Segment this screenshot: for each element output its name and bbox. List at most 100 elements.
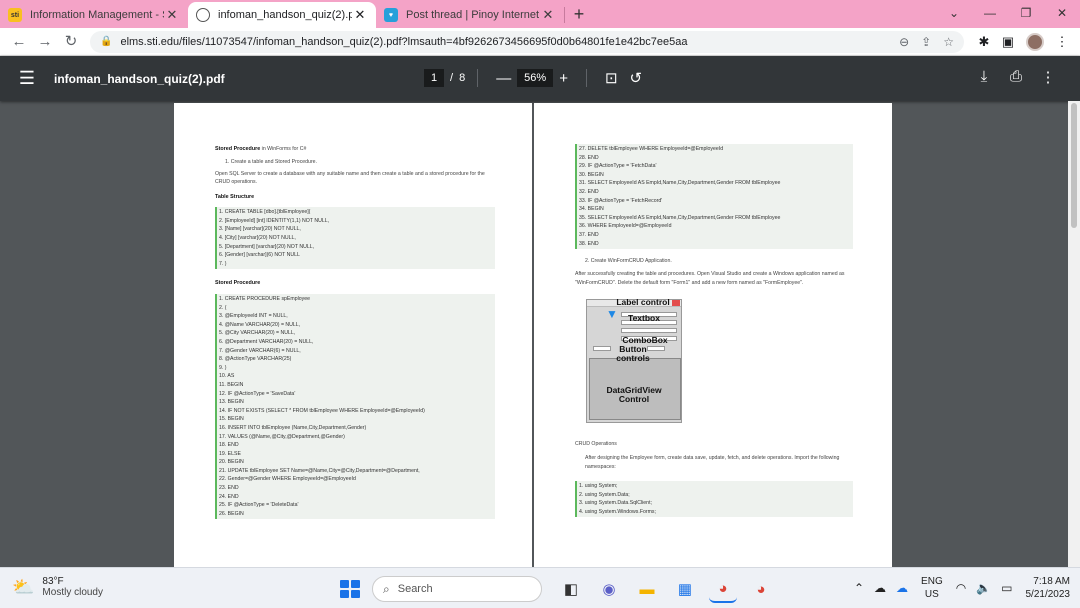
rotate-icon[interactable]: ↺	[624, 69, 649, 87]
pdf-viewer[interactable]: Stored Procedure in WinForms for C# 1. C…	[0, 101, 1068, 567]
code-line: 15. BEGIN	[219, 416, 244, 423]
lock-icon[interactable]: 🔒	[100, 36, 112, 47]
page-number-input[interactable]: 1	[424, 69, 444, 87]
code-line: 1. using System;	[579, 482, 618, 489]
battery-icon[interactable]: ▭	[1001, 581, 1012, 595]
total-pages: 8	[459, 72, 466, 84]
code-line: 30. BEGIN	[579, 171, 604, 178]
windows-start-icon[interactable]	[336, 576, 362, 602]
code-line: 6. [Gender] [varchar](6) NOT NULL	[219, 252, 300, 259]
new-tab-button[interactable]: +	[565, 2, 593, 28]
crud-paragraph: After designing the Employee form, creat…	[585, 455, 840, 470]
code-line: 11. BEGIN	[219, 381, 244, 388]
code-line: 4. [City] [varchar](20) NOT NULL,	[219, 235, 296, 241]
zoom-out-icon[interactable]: —	[490, 70, 517, 87]
side-panel-icon[interactable]: ▣	[996, 30, 1020, 54]
store-icon[interactable]: ▦	[671, 575, 699, 603]
code-line: 33. IF @ActionType = 'FetchRecord'	[579, 197, 663, 204]
file-explorer-icon[interactable]: ▬	[633, 575, 661, 603]
label-control-annotation: Label control	[616, 297, 670, 307]
task-view-icon[interactable]: ◧	[557, 575, 585, 603]
code-line: 19. ELSE	[219, 450, 241, 457]
clock[interactable]: 7:18 AM 5/21/2023	[1026, 575, 1071, 601]
back-button[interactable]: ←	[6, 30, 32, 54]
close-tab-icon[interactable]: ✕	[540, 7, 556, 23]
code-line: 3. using System.Data.SqlClient;	[579, 500, 652, 507]
pdf-filename: infoman_handson_quiz(2).pdf	[54, 71, 225, 86]
tab-strip: sti Information Management - SY22 ✕ info…	[0, 0, 1080, 28]
url-text: elms.sti.edu/files/11073547/infoman_hand…	[120, 35, 688, 48]
zoom-level-input[interactable]: 56%	[517, 69, 554, 87]
chat-icon[interactable]: ◉	[595, 575, 623, 603]
zoom-icon[interactable]: ⊖	[899, 35, 909, 49]
minimize-button[interactable]: —	[972, 0, 1008, 28]
close-window-button[interactable]: ✕	[1044, 0, 1080, 28]
chevron-up-icon[interactable]: ⌃	[854, 581, 864, 595]
stored-procedure-heading: Stored Procedure	[215, 280, 261, 287]
bookmark-star-icon[interactable]: ☆	[943, 35, 954, 49]
fit-page-icon[interactable]: ⊡	[599, 69, 624, 87]
language-indicator[interactable]: ENG US	[921, 575, 943, 601]
address-bar[interactable]: 🔒 elms.sti.edu/files/11073547/infoman_ha…	[90, 30, 964, 53]
code-line: 7. )	[219, 260, 227, 267]
viewer-scrollbar[interactable]	[1068, 101, 1080, 567]
print-icon[interactable]: ⎙	[1000, 68, 1032, 86]
moodle-icon: sti	[8, 8, 22, 22]
tab-post-thread[interactable]: ♥ Post thread | Pinoy Internet and T ✕	[376, 2, 564, 28]
page-separator: /	[450, 72, 454, 84]
code-line: 4. @Name VARCHAR(20) = NULL,	[219, 321, 301, 328]
scrollbar-thumb[interactable]	[1071, 103, 1077, 228]
cloud-icon[interactable]: ☁	[874, 581, 886, 595]
code-line: 8. @ActionType VARCHAR(25)	[219, 356, 292, 363]
code-line: 14. IF NOT EXISTS (SELECT * FROM tblEmpl…	[219, 407, 425, 414]
window-controls: ⌄ — ❐ ✕	[936, 0, 1080, 28]
step-2-paragraph: After successfully creating the table an…	[575, 271, 845, 286]
code-line: 36. WHERE EmployeeId=@EmployeeId	[579, 223, 672, 230]
textbox-annotation: Textbox	[628, 313, 660, 323]
wifi-icon[interactable]: ◠	[956, 581, 966, 595]
forward-button[interactable]: →	[32, 30, 58, 54]
code-line: 24. END	[219, 493, 239, 500]
pdf-actions: ⤓ ⎙ ⋮	[968, 68, 1064, 86]
page-navigation: 1 / 8 — 56% + ⊡ ↺	[424, 69, 648, 87]
share-icon[interactable]: ⇪	[921, 35, 931, 49]
chrome-icon[interactable]: ◕	[747, 575, 775, 603]
restore-button[interactable]: ❐	[1008, 0, 1044, 28]
more-options-icon[interactable]: ⋮	[1032, 68, 1064, 86]
reload-button[interactable]: ↻	[58, 30, 84, 54]
code-line: 3. [Name] [varchar](20) NOT NULL,	[219, 226, 301, 233]
tab-title: Information Management - SY22	[30, 9, 164, 21]
tab-search-icon[interactable]: ⌄	[936, 0, 972, 28]
code-line: 2. using System.Data;	[579, 491, 630, 498]
download-icon[interactable]: ⤓	[968, 68, 1000, 86]
code-line: 1. CREATE PROCEDURE spEmployee	[219, 296, 310, 303]
windows-taskbar: ⛅ 83°F Mostly cloudy ⌕ Search ◧ ◉ ▬ ▦ ◕ …	[0, 567, 1080, 608]
code-line: 12. IF @ActionType = 'SaveData'	[219, 390, 296, 397]
arrow-down-icon: ▼	[606, 307, 618, 321]
form-button	[593, 346, 611, 351]
tab-information-management[interactable]: sti Information Management - SY22 ✕	[0, 2, 188, 28]
code-line: 5. @City VARCHAR(20) = NULL,	[219, 330, 296, 337]
code-line: 6. @Department VARCHAR(20) = NULL,	[219, 338, 314, 345]
chrome-profile-icon[interactable]: ◕	[709, 575, 737, 603]
profile-avatar[interactable]	[1026, 32, 1044, 51]
code-line: 17. VALUES (@Name,@City,@Department,@Gen…	[219, 433, 345, 440]
volume-icon[interactable]: 🔈	[976, 581, 991, 595]
extensions-icon[interactable]: ✱	[972, 30, 996, 54]
search-icon: ⌕	[383, 581, 390, 596]
hamburger-menu-icon[interactable]: ☰	[0, 68, 54, 89]
zoom-in-icon[interactable]: +	[553, 70, 574, 87]
onedrive-icon[interactable]: ☁	[896, 581, 908, 595]
close-tab-icon[interactable]: ✕	[164, 7, 180, 23]
code-line: 7. @Gender VARCHAR(6) = NULL,	[219, 347, 301, 354]
taskbar-search[interactable]: ⌕ Search	[372, 576, 542, 602]
code-line: 29. IF @ActionType = 'FetchData'	[579, 163, 657, 170]
code-line: 27. DELETE tblEmployee WHERE EmployeeId=…	[579, 146, 724, 152]
code-line: 25. IF @ActionType = 'DeleteData'	[219, 502, 299, 509]
sp-code-block: 1. CREATE PROCEDURE spEmployee 2. (3. @Em…	[215, 294, 495, 520]
weather-widget[interactable]: ⛅ 83°F Mostly cloudy	[12, 576, 103, 598]
tab-pdf[interactable]: infoman_handson_quiz(2).pdf ✕	[188, 2, 376, 28]
close-tab-icon[interactable]: ✕	[352, 7, 368, 23]
code-line: 2. [EmployeeId] [int] IDENTITY(1,1) NOT …	[219, 217, 330, 224]
chrome-menu-icon[interactable]: ⋮	[1050, 30, 1074, 54]
